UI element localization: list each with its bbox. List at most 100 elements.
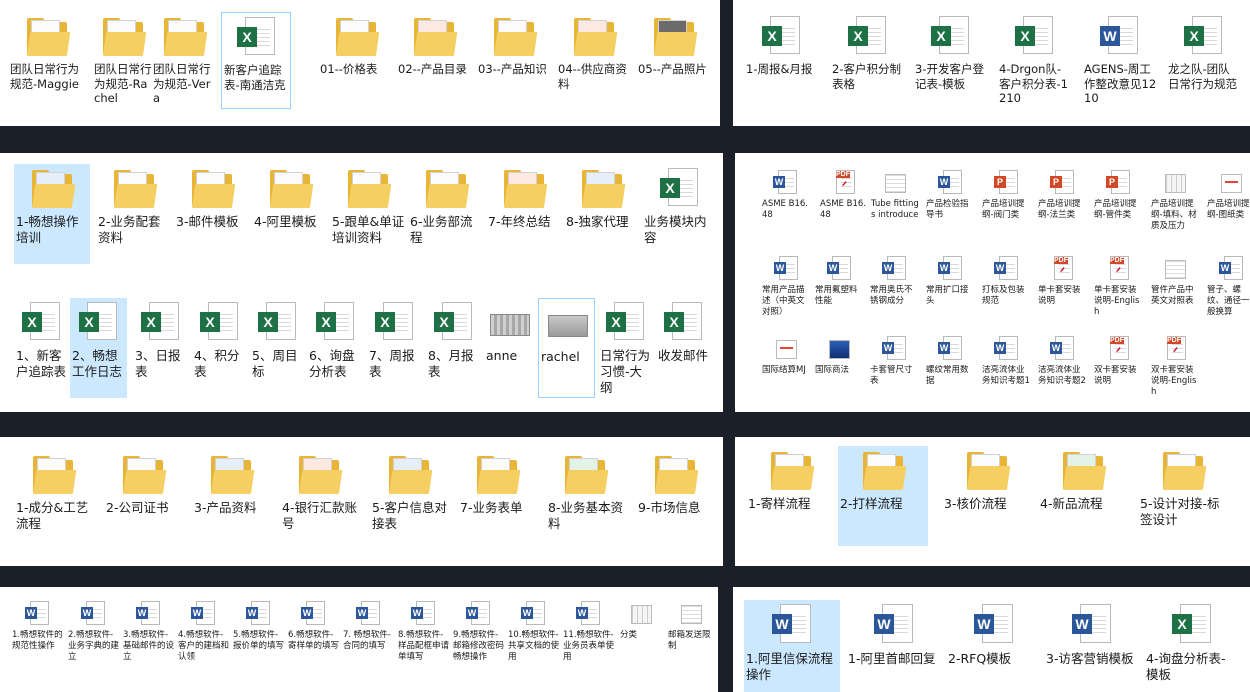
- file-item[interactable]: W 常用氟塑料性能: [813, 252, 865, 331]
- file-item[interactable]: X 3-开发客户登记表-模板: [913, 12, 989, 109]
- file-item[interactable]: W 1.畅想软件的规范性操作: [10, 597, 64, 676]
- file-item[interactable]: P 产品培训提纲-法兰类: [1036, 166, 1088, 245]
- file-item[interactable]: 2-业务配套资料: [96, 164, 172, 264]
- file-item[interactable]: X 7、周报表: [367, 298, 423, 398]
- file-item[interactable]: W ASME B16.48: [760, 166, 810, 245]
- file-item[interactable]: 5-客户信息对接表: [370, 450, 448, 550]
- file-item[interactable]: 8-业务基本资料: [546, 450, 624, 550]
- file-item[interactable]: X 5、周目标: [250, 298, 305, 398]
- file-item[interactable]: X 8、月报表: [426, 298, 482, 398]
- file-item[interactable]: X 收发邮件: [656, 298, 712, 398]
- file-label: AGENS-周工作整改意见1210: [1084, 62, 1157, 106]
- file-item[interactable]: W 产品检验指导书: [924, 166, 976, 245]
- file-item[interactable]: W AGENS-周工作整改意见1210: [1082, 12, 1158, 109]
- file-item[interactable]: X 4-Drgon队-客户积分表-1210: [997, 12, 1073, 109]
- file-item[interactable]: X 日常行为习惯-大纲: [598, 298, 654, 398]
- file-item[interactable]: X 4、积分表: [192, 298, 247, 398]
- file-item[interactable]: W 2.畅想软件-业务字典的建立: [66, 597, 120, 676]
- file-item[interactable]: W 螺纹常用数据: [924, 332, 976, 411]
- file-item[interactable]: 02--产品目录: [396, 12, 472, 109]
- file-item[interactable]: 05--产品照片: [636, 12, 712, 109]
- file-item[interactable]: anne: [484, 298, 536, 398]
- folder-icon: [565, 454, 609, 498]
- file-item[interactable]: W 常用扩口接头: [924, 252, 976, 331]
- file-item[interactable]: 邮箱发送限制: [666, 597, 716, 676]
- file-item[interactable]: W 9.畅想软件-邮箱修改密码畅想操作: [451, 597, 505, 676]
- file-item[interactable]: rachel: [538, 298, 595, 398]
- file-item[interactable]: X 1、新客户追踪表: [14, 298, 70, 398]
- file-item[interactable]: W 8.畅想软件-样品配框申请单填写: [396, 597, 450, 676]
- file-item[interactable]: 4-阿里模板: [252, 164, 328, 264]
- file-item[interactable]: W 打标及包装规范: [980, 252, 1032, 331]
- file-item[interactable]: W 1-阿里首邮回复: [846, 600, 942, 692]
- file-item[interactable]: X 2-客户积分制表格: [830, 12, 906, 109]
- file-item[interactable]: W 卡套管尺寸表: [868, 332, 920, 411]
- file-item[interactable]: W 2-RFQ模板: [946, 600, 1042, 692]
- file-item[interactable]: 3-产品资料: [192, 450, 270, 550]
- file-item[interactable]: 3-核价流程: [942, 446, 1032, 546]
- file-item[interactable]: X 4-询盘分析表- 模板: [1144, 600, 1240, 692]
- file-item[interactable]: 3-邮件模板: [174, 164, 250, 264]
- file-item[interactable]: W 常用产品描述（中英文对照）: [760, 252, 812, 331]
- file-item[interactable]: 产品培训提纲-填料、材质及压力: [1149, 166, 1201, 245]
- word-file-icon: W: [1072, 604, 1113, 649]
- file-item[interactable]: W 洁亮流体业务知识考题2: [1036, 332, 1088, 411]
- file-item[interactable]: W 4.畅想软件-客户的建档和认领: [176, 597, 230, 676]
- file-label: 收发邮件: [658, 348, 709, 363]
- file-item[interactable]: 1-畅想操作培训: [14, 164, 90, 264]
- file-item[interactable]: PDF ᐟ 单卡套安装说明-English: [1092, 252, 1144, 331]
- file-item[interactable]: X 新客户追踪表-南通洁克: [221, 12, 291, 109]
- file-item[interactable]: 7-年终总结: [486, 164, 562, 264]
- file-item[interactable]: 7-业务表单: [458, 450, 536, 550]
- file-item[interactable]: W 3.畅想软件-基础邮件的设立: [121, 597, 175, 676]
- file-item[interactable]: W 6.畅想软件-寄样单的填写: [286, 597, 340, 676]
- file-item[interactable]: P 产品培训提纲-阀门类: [980, 166, 1032, 245]
- file-item[interactable]: X 2、畅想工作日志: [70, 298, 127, 398]
- file-item[interactable]: 6-业务部流程: [408, 164, 484, 264]
- file-item[interactable]: X 业务模块内容: [642, 164, 718, 264]
- file-item[interactable]: W 洁亮流体业务知识考题1: [980, 332, 1032, 411]
- file-item[interactable]: P 产品培训提纲-管件类: [1092, 166, 1144, 245]
- file-item[interactable]: X 3、日报表: [133, 298, 188, 398]
- file-item[interactable]: X 6、询盘分析表: [307, 298, 365, 398]
- file-item[interactable]: W 3-访客营销模板: [1044, 600, 1140, 692]
- file-item[interactable]: W 1.阿里信保流程操作: [744, 600, 840, 692]
- file-item[interactable]: PDF ᐟ 双卡套安装说明-English: [1149, 332, 1201, 411]
- file-item[interactable]: 团队日常行为规范-Vera: [151, 12, 216, 109]
- file-item[interactable]: 国际商法: [813, 332, 865, 411]
- file-item[interactable]: 产品培训提纲-图纸类: [1205, 166, 1250, 245]
- file-item[interactable]: W 常用奥氏不锈钢成分: [868, 252, 920, 331]
- file-item[interactable]: 团队日常行为规范-Maggie: [8, 12, 86, 109]
- file-item[interactable]: 1-寄样流程: [746, 446, 836, 546]
- file-item[interactable]: 2-打样流程: [838, 446, 928, 546]
- file-item[interactable]: 分类: [618, 597, 664, 676]
- file-item[interactable]: 管件产品中英文对照表: [1149, 252, 1201, 331]
- file-item[interactable]: W 5.畅想软件-报价单的填写: [231, 597, 285, 676]
- file-item[interactable]: W 7. 畅想软件-合同的填写: [341, 597, 395, 676]
- file-item[interactable]: 1-成分&工艺流程: [14, 450, 92, 550]
- file-item[interactable]: 9-市场信息: [636, 450, 714, 550]
- file-item[interactable]: 8-独家代理: [564, 164, 640, 264]
- file-item[interactable]: 4-银行汇款账号: [280, 450, 358, 550]
- file-label: 8.畅想软件-样品配框申请单填写: [398, 630, 449, 662]
- file-item[interactable]: 国际结算MJ: [760, 332, 812, 411]
- file-item[interactable]: X 龙之队-团队日常行为规范: [1166, 12, 1242, 109]
- file-item[interactable]: W 管子、螺纹、通径一般换算: [1205, 252, 1250, 331]
- file-item[interactable]: 03--产品知识: [476, 12, 552, 109]
- file-item[interactable]: PDF ᐟ 双卡套安装说明: [1092, 332, 1144, 411]
- file-item[interactable]: 团队日常行为规范-Rachel: [92, 12, 154, 109]
- file-item[interactable]: 2-公司证书: [104, 450, 182, 550]
- file-item[interactable]: W 11.畅想软件-业务员表单使用: [561, 597, 615, 676]
- file-item[interactable]: 5-设计对接-标签设计: [1138, 446, 1228, 546]
- file-item[interactable]: PDF ᐟ ASME B16.48: [818, 166, 870, 245]
- file-item[interactable]: Tube fittings introduce: [869, 166, 921, 245]
- file-item[interactable]: W 10.畅想软件-共享文档的使用: [506, 597, 560, 676]
- file-item[interactable]: 4-新品流程: [1038, 446, 1128, 546]
- file-item[interactable]: 04--供应商资料: [556, 12, 632, 109]
- file-item[interactable]: PDF ᐟ 单卡套安装说明: [1036, 252, 1088, 331]
- file-item[interactable]: X 1-周报&月报: [744, 12, 820, 109]
- file-label: 3、日报表: [135, 348, 181, 379]
- file-item[interactable]: 01--价格表: [318, 12, 394, 109]
- file-item[interactable]: 5-跟单&单证培训资料: [330, 164, 406, 264]
- file-label: 2.畅想软件-业务字典的建立: [68, 630, 119, 662]
